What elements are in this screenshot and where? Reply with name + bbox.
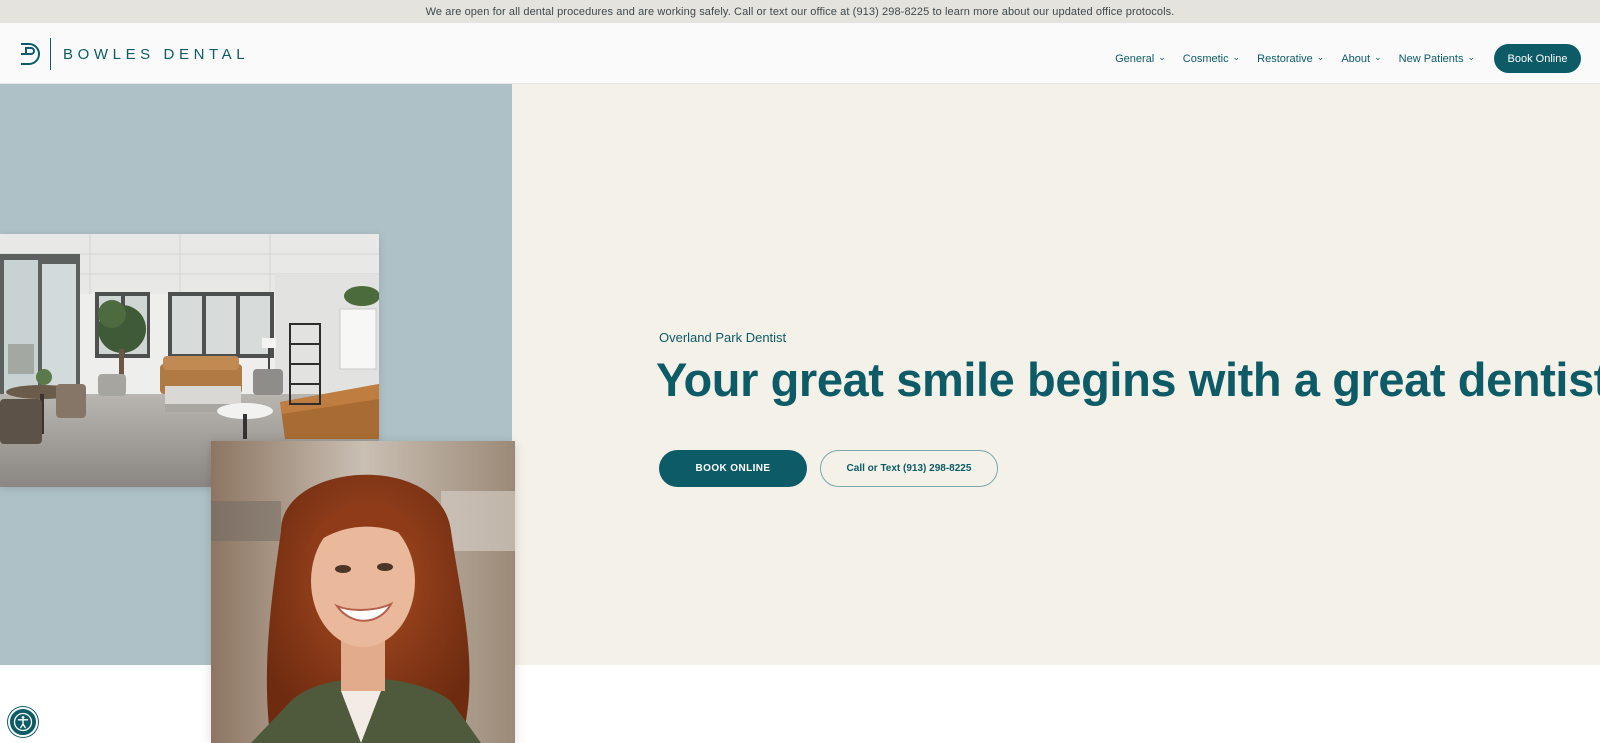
- nav-item-new-patients[interactable]: New Patients ⌄: [1398, 52, 1475, 65]
- logo-text: BOWLES DENTAL: [63, 45, 250, 63]
- main-nav: General ⌄ Cosmetic ⌄ Restorative ⌄ About…: [1115, 44, 1581, 73]
- site-header: BOWLES DENTAL General ⌄ Cosmetic ⌄ Resto…: [0, 23, 1600, 84]
- hero-call-text-button[interactable]: Call or Text (913) 298-8225: [820, 450, 998, 487]
- accessibility-icon: [13, 712, 33, 732]
- nav-item-label: Cosmetic: [1182, 52, 1229, 65]
- chevron-down-icon: ⌄: [1232, 52, 1241, 62]
- chevron-down-icon: ⌄: [1467, 52, 1475, 62]
- nav-item-label: Restorative: [1257, 52, 1313, 65]
- nav-item-about[interactable]: About ⌄: [1341, 52, 1382, 65]
- bowles-dental-logo-icon: [21, 43, 40, 65]
- chevron-down-icon: ⌄: [1374, 52, 1382, 62]
- chevron-down-icon: ⌄: [1158, 52, 1166, 62]
- nav-item-restorative[interactable]: Restorative ⌄: [1257, 52, 1325, 65]
- chevron-down-icon: ⌄: [1316, 52, 1325, 62]
- nav-item-label: General: [1115, 52, 1155, 65]
- smiling-woman-portrait-photo: [211, 441, 515, 743]
- logo-divider: [50, 38, 51, 70]
- nav-item-label: About: [1341, 52, 1371, 65]
- announcement-bar: We are open for all dental procedures an…: [0, 0, 1600, 23]
- nav-item-general[interactable]: General ⌄: [1115, 52, 1166, 65]
- accessibility-button[interactable]: [8, 707, 38, 737]
- hero-headline: Your great smile begins with a great den…: [656, 353, 1600, 406]
- hero-eyebrow: Overland Park Dentist: [659, 330, 787, 345]
- hero-book-online-button[interactable]: BOOK ONLINE: [659, 450, 807, 487]
- nav-item-label: New Patients: [1398, 52, 1464, 65]
- nav-item-cosmetic[interactable]: Cosmetic ⌄: [1182, 52, 1241, 65]
- announcement-text: We are open for all dental procedures an…: [425, 5, 1175, 18]
- logo[interactable]: BOWLES DENTAL: [18, 37, 249, 71]
- header-book-online-button[interactable]: Book Online: [1494, 44, 1581, 73]
